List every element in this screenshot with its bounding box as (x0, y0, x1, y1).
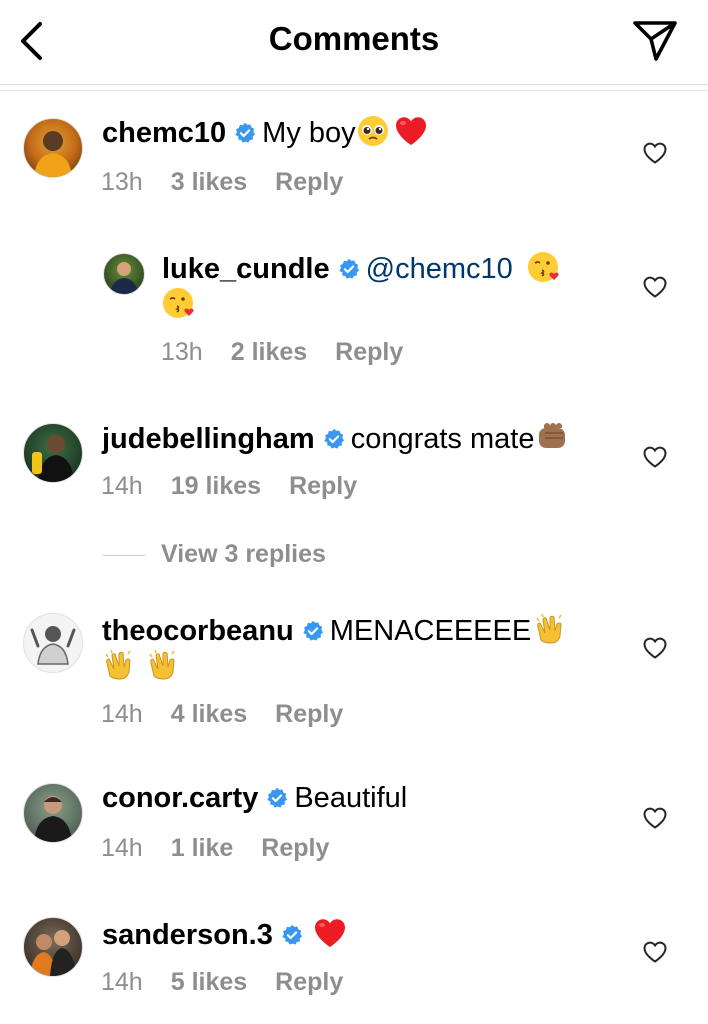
verified-badge-icon (266, 787, 288, 809)
comment-time: 13h (161, 338, 203, 366)
comment-meta: 14h 1 like Reply (101, 834, 357, 863)
view-replies-button[interactable]: View 3 replies (103, 540, 326, 569)
comment-time: 14h (101, 700, 143, 728)
kissing-face-icon (162, 286, 196, 320)
heart-icon[interactable] (642, 275, 668, 299)
mention-link[interactable]: @chemc10 (366, 253, 513, 285)
heart-icon[interactable] (642, 445, 668, 469)
comment-meta: 13h 2 likes Reply (161, 338, 431, 367)
comment-text: My boy (262, 117, 356, 149)
clapping-hands-icon (146, 648, 180, 682)
comment-time: 14h (101, 968, 143, 996)
comment-username[interactable]: theocorbeanu (102, 615, 294, 647)
avatar[interactable] (23, 613, 83, 673)
comment-meta: 14h 19 likes Reply (101, 472, 385, 501)
red-heart-icon (394, 114, 428, 148)
comment-likes[interactable]: 2 likes (231, 338, 307, 366)
comment-likes[interactable]: 3 likes (171, 168, 247, 196)
comment-text: MENACEEEEE (329, 615, 532, 647)
verified-badge-icon (281, 924, 303, 946)
heart-icon[interactable] (642, 141, 668, 165)
kissing-face-icon (527, 250, 561, 284)
avatar[interactable] (23, 917, 83, 977)
comment-meta: 14h 5 likes Reply (101, 968, 371, 997)
verified-badge-icon (338, 258, 360, 280)
comment-meta: 13h 3 likes Reply (101, 168, 371, 197)
comment-time: 14h (101, 834, 143, 862)
heart-icon[interactable] (642, 806, 668, 830)
comment-time: 13h (101, 168, 143, 196)
fist-bump-icon (536, 420, 570, 454)
clapping-hands-icon (102, 648, 136, 682)
reply-button[interactable]: Reply (261, 834, 329, 862)
comment-likes[interactable]: 5 likes (171, 968, 247, 996)
reply-button[interactable]: Reply (289, 472, 357, 500)
verified-badge-icon (234, 122, 256, 144)
comment-time: 14h (101, 472, 143, 500)
reply-button[interactable]: Reply (275, 700, 343, 728)
verified-badge-icon (323, 428, 345, 450)
heart-icon[interactable] (642, 636, 668, 660)
paper-plane-icon[interactable] (632, 20, 678, 62)
divider (0, 90, 708, 91)
reply-button[interactable]: Reply (335, 338, 403, 366)
comment-username[interactable]: luke_cundle (162, 253, 330, 285)
comment-likes[interactable]: 19 likes (171, 472, 261, 500)
reply-button[interactable]: Reply (275, 968, 343, 996)
avatar[interactable] (23, 118, 83, 178)
comments-header: Comments (0, 0, 708, 85)
comment-username[interactable]: conor.carty (102, 782, 258, 814)
verified-badge-icon (302, 620, 324, 642)
comment-likes[interactable]: 4 likes (171, 700, 247, 728)
comment-text: congrats mate (350, 423, 535, 455)
reply-button[interactable]: Reply (275, 168, 343, 196)
red-heart-icon (313, 916, 347, 950)
comment-text: Beautiful (294, 782, 408, 814)
view-replies-label: View 3 replies (161, 540, 326, 568)
comment-meta: 14h 4 likes Reply (101, 700, 371, 729)
avatar[interactable] (23, 423, 83, 483)
divider (103, 554, 145, 556)
comment-username[interactable]: chemc10 (102, 117, 226, 149)
comment-username[interactable]: judebellingham (102, 423, 315, 455)
avatar[interactable] (23, 783, 83, 843)
avatar[interactable] (103, 253, 145, 295)
heart-icon[interactable] (642, 940, 668, 964)
comment-username[interactable]: sanderson.3 (102, 919, 273, 951)
page-title: Comments (268, 20, 440, 57)
clapping-hands-icon (533, 612, 567, 646)
comment-likes[interactable]: 1 like (171, 834, 234, 862)
pleading-face-icon (356, 114, 390, 148)
